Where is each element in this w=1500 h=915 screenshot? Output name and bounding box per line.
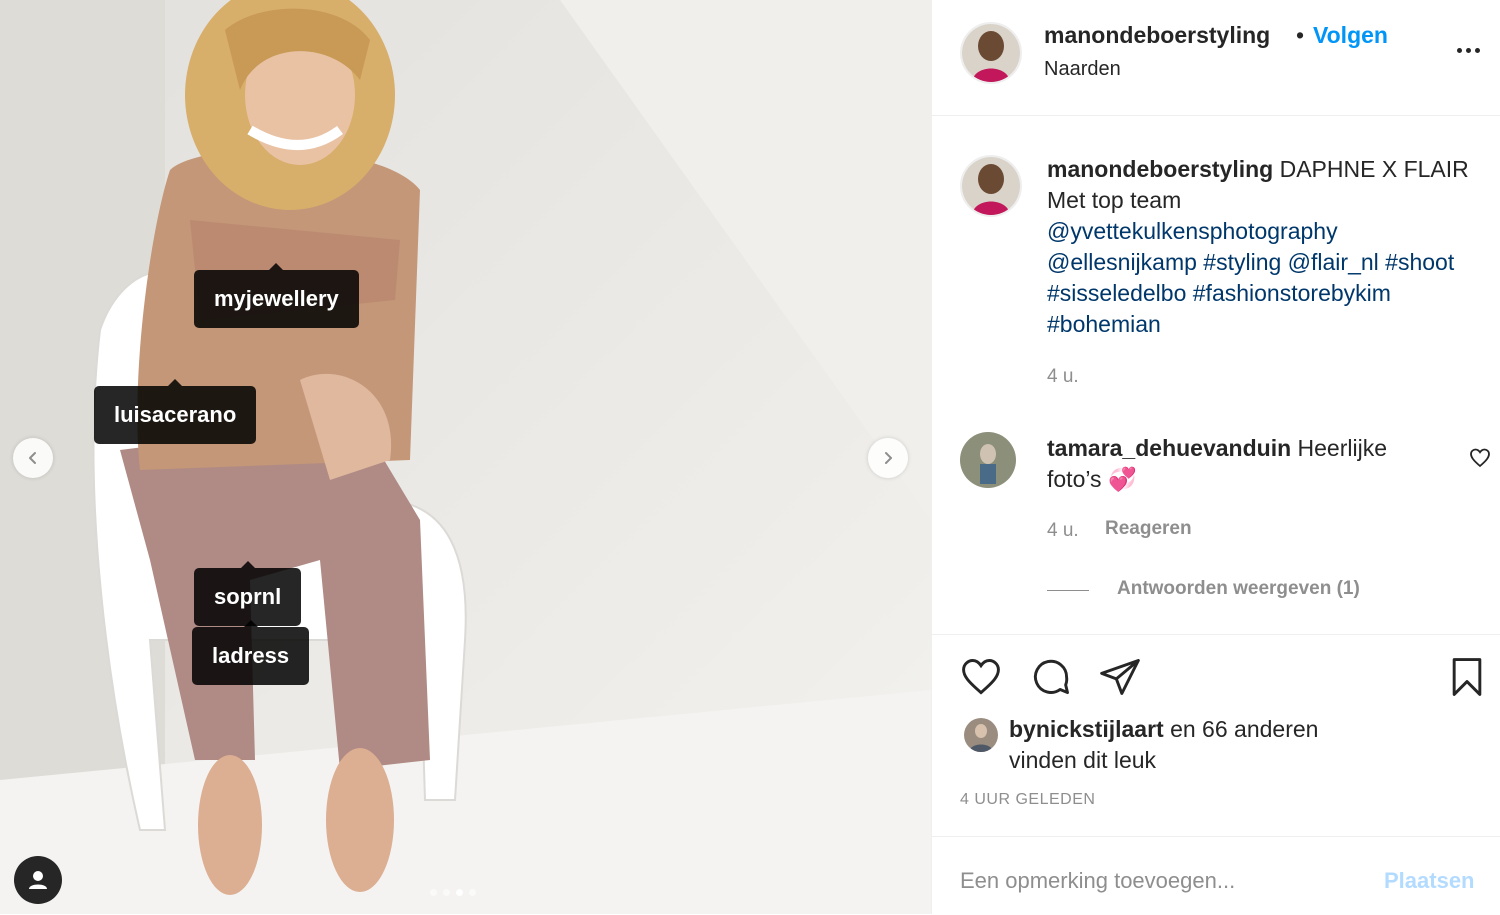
hashtag-link[interactable]: #shoot (1385, 249, 1454, 275)
avatar-image (960, 432, 1016, 488)
carousel-dot (443, 889, 450, 896)
product-tag[interactable]: luisacerano (94, 379, 257, 444)
post-timestamp[interactable]: 4 UUR GELEDEN (960, 791, 1095, 809)
previous-button[interactable] (13, 438, 53, 478)
add-comment-bar: Een opmerking toevoegen... Plaatsen (932, 836, 1500, 915)
comment-emoji: 💞 (1107, 466, 1137, 492)
post-photo[interactable]: myjewellery luisacerano soprnl ladress (0, 0, 931, 914)
caption-avatar[interactable] (960, 155, 1022, 217)
share-icon[interactable] (1098, 655, 1142, 699)
hashtag-link[interactable]: #sisseledelbo (1047, 280, 1186, 306)
avatar-image (962, 24, 1020, 82)
likes-connector[interactable]: en 66 anderen (1170, 716, 1318, 742)
separator-dot: • (1296, 22, 1305, 48)
more-icon[interactable] (1457, 48, 1480, 53)
next-button[interactable] (868, 438, 908, 478)
action-bar (932, 634, 1500, 696)
product-tag[interactable]: ladress (192, 620, 310, 685)
comment-input[interactable]: Een opmerking toevoegen... (960, 868, 1235, 894)
post-side-panel: manondeboerstyling • Volgen Naarden mano… (931, 0, 1500, 914)
comment: tamara_dehuevanduin Heerlijke foto’s 💞 (1047, 433, 1427, 495)
comment-icon[interactable] (1029, 655, 1073, 699)
view-replies-button[interactable]: Antwoorden weergeven (1) (1117, 578, 1360, 600)
avatar-image (964, 718, 998, 752)
product-tag[interactable]: myjewellery (194, 263, 359, 328)
mention-link[interactable]: @flair_nl (1288, 249, 1379, 275)
tagged-users-button[interactable] (14, 856, 62, 904)
likes-suffix: vinden dit leuk (1009, 747, 1157, 773)
carousel-dot (430, 889, 437, 896)
hashtag-link[interactable]: #fashionstorebykim (1193, 280, 1391, 306)
user-icon (29, 871, 47, 889)
carousel-dot (469, 889, 476, 896)
caption-text: DAPHNE X FLAIR (1279, 156, 1469, 182)
post-header: manondeboerstyling • Volgen Naarden (932, 0, 1500, 116)
liker-username[interactable]: bynickstijlaart (1009, 716, 1164, 742)
location-link[interactable]: Naarden (1044, 58, 1121, 81)
liker-avatar[interactable] (964, 718, 998, 752)
replies-divider (1047, 590, 1089, 591)
chevron-left-icon (29, 452, 36, 464)
mention-link[interactable]: @ellesnijkamp (1047, 249, 1197, 275)
instagram-post: myjewellery luisacerano soprnl ladress m… (0, 0, 1500, 914)
commenter-avatar[interactable] (960, 432, 1016, 488)
comment-like-heart-icon[interactable] (1468, 446, 1492, 470)
heart-icon[interactable] (959, 655, 1003, 699)
likes-summary: bynickstijlaart en 66 anderen vinden dit… (1009, 714, 1318, 776)
chevron-right-icon (885, 452, 892, 464)
reply-button[interactable]: Reageren (1105, 518, 1192, 540)
comment-username[interactable]: tamara_dehuevanduin (1047, 435, 1291, 461)
author-username[interactable]: manondeboerstyling (1044, 22, 1270, 49)
follow-button[interactable]: Volgen (1313, 22, 1388, 49)
carousel-dot-active (456, 889, 463, 896)
caption-username[interactable]: manondeboerstyling (1047, 156, 1273, 182)
post-comment-button[interactable]: Plaatsen (1384, 868, 1475, 894)
product-tag[interactable]: soprnl (194, 561, 302, 626)
hashtag-link[interactable]: #bohemian (1047, 311, 1161, 337)
author-avatar[interactable] (960, 22, 1022, 84)
comment-time[interactable]: 4 u. (1047, 520, 1079, 542)
bookmark-icon[interactable] (1445, 655, 1489, 699)
photo-scene (0, 0, 931, 914)
carousel-indicator (430, 889, 476, 896)
mention-link[interactable]: @yvettekulkensphotography (1047, 218, 1338, 244)
caption-time[interactable]: 4 u. (1047, 366, 1079, 388)
avatar-image (962, 157, 1020, 215)
hashtag-link[interactable]: #styling (1203, 249, 1281, 275)
post-caption: manondeboerstyling DAPHNE X FLAIR Met to… (1047, 154, 1497, 340)
caption-text: Met top team (1047, 187, 1182, 213)
